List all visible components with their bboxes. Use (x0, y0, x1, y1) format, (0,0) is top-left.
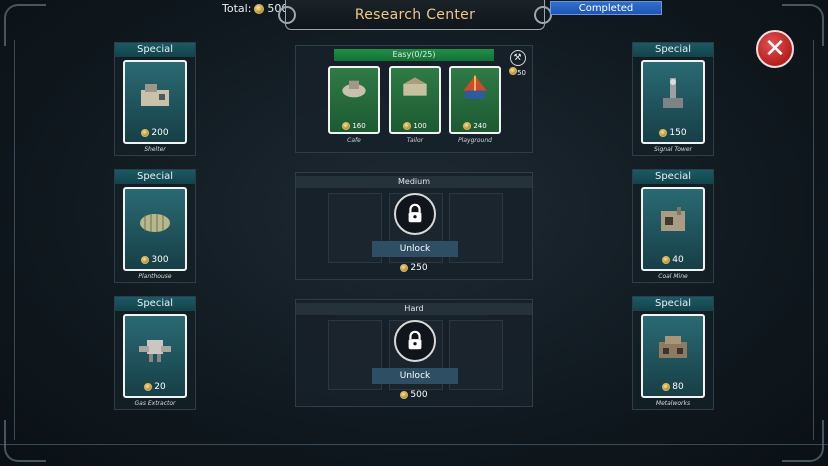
card-art: 150 (641, 60, 705, 144)
building-card-planthouse[interactable]: Special 300 Planthouse (114, 169, 196, 283)
coin-icon (400, 391, 409, 399)
special-tag: Special (115, 43, 195, 57)
frame-corner-bl (4, 420, 46, 462)
frame-corner-tl (4, 4, 46, 46)
tier-reward[interactable]: ⚒ 50 (509, 50, 526, 77)
card-name: Playground (458, 137, 492, 144)
close-button[interactable]: ✕ (756, 30, 794, 68)
card-name: Cafe (347, 137, 361, 144)
special-tag: Special (633, 170, 713, 184)
building-card-gas-extractor[interactable]: Special 20 Gas Extractor (114, 296, 196, 410)
lock-icon (394, 193, 436, 235)
tier-cost: 250 (296, 263, 532, 273)
card-name: Tailor (406, 137, 424, 144)
tier-medium-header: Medium (296, 176, 532, 188)
frame-right-line (813, 40, 814, 440)
tier-easy-panel: Easy(0/25) ⚒ 50 160 Cafe 100 Tailor 240 … (295, 45, 533, 153)
card-price: 80 (672, 382, 684, 392)
card-name: Metalworks (655, 400, 691, 407)
card-price: 100 (413, 122, 427, 130)
tier-hard-header: Hard (296, 303, 532, 315)
coin-icon (403, 122, 412, 130)
frame-left-line (14, 40, 15, 440)
playground-tent-icon (463, 75, 487, 99)
unlock-medium-button[interactable]: Unlock (372, 241, 458, 257)
coin-icon (659, 129, 668, 137)
card-name: Coal Mine (658, 273, 688, 280)
lock-icon (394, 320, 436, 362)
tier-cost: 500 (296, 390, 532, 400)
coin-icon (662, 383, 671, 391)
total-label: Total: (222, 2, 252, 15)
signal-tower-building-icon (663, 78, 683, 108)
card-name: Planthouse (138, 273, 172, 280)
special-tag: Special (633, 297, 713, 311)
coin-icon (342, 122, 351, 130)
card-price: 150 (669, 128, 687, 138)
card-name: Shelter (144, 146, 166, 153)
easy-card-cafe[interactable]: 160 (328, 66, 380, 134)
tier-medium-panel: Medium Unlock 250 (295, 172, 533, 280)
card-name: Signal Tower (654, 146, 692, 153)
tier-easy-header: Easy(0/25) (334, 49, 494, 61)
coin-icon (463, 122, 472, 130)
card-name: Gas Extractor (134, 400, 176, 407)
card-art: 80 (641, 314, 705, 398)
planthouse-building-icon (140, 214, 170, 232)
special-tag: Special (115, 170, 195, 184)
easy-card-tailor[interactable]: 100 (389, 66, 441, 134)
card-price: 40 (672, 255, 684, 265)
card-price: 160 (352, 122, 366, 130)
building-card-coal-mine[interactable]: Special 40 Coal Mine (632, 169, 714, 283)
card-art: 200 (123, 60, 187, 144)
building-card-shelter[interactable]: Special 200 Shelter (114, 42, 196, 156)
reward-value: 50 (517, 69, 526, 77)
card-price: 20 (154, 382, 166, 392)
coal-mine-building-icon (661, 207, 685, 231)
unlock-hard-button[interactable]: Unlock (372, 368, 458, 384)
coin-icon (662, 256, 671, 264)
page-title: Research Center (278, 0, 552, 30)
card-art: 300 (123, 187, 187, 271)
tier-cost-value: 500 (410, 390, 428, 400)
completed-status-bar: Completed (550, 1, 662, 15)
card-price: 200 (151, 128, 169, 138)
special-tag: Special (115, 297, 195, 311)
coin-icon (400, 264, 409, 272)
frame-corner-br (782, 420, 824, 462)
special-tag: Special (633, 43, 713, 57)
card-price: 300 (151, 255, 169, 265)
card-price: 240 (473, 122, 487, 130)
gas-extractor-building-icon (139, 340, 171, 362)
bottom-ornament (0, 444, 828, 445)
tier-cost-value: 250 (410, 263, 428, 273)
tier-hard-panel: Hard Unlock 500 (295, 299, 533, 407)
coin-icon (509, 67, 518, 75)
building-card-signal-tower[interactable]: Special 150 Signal Tower (632, 42, 714, 156)
tailor-building-icon (403, 77, 427, 96)
reward-tools-icon: ⚒ (509, 50, 526, 66)
card-art: 20 (123, 314, 187, 398)
easy-card-playground[interactable]: 240 (449, 66, 501, 134)
metalworks-building-icon (659, 336, 687, 358)
coin-icon (141, 256, 150, 264)
shelter-building-icon (141, 84, 169, 106)
building-card-metalworks[interactable]: Special 80 Metalworks (632, 296, 714, 410)
card-art: 40 (641, 187, 705, 271)
coin-icon (144, 383, 153, 391)
cafe-building-icon (342, 80, 366, 98)
coin-icon (254, 3, 265, 14)
coin-icon (141, 129, 150, 137)
